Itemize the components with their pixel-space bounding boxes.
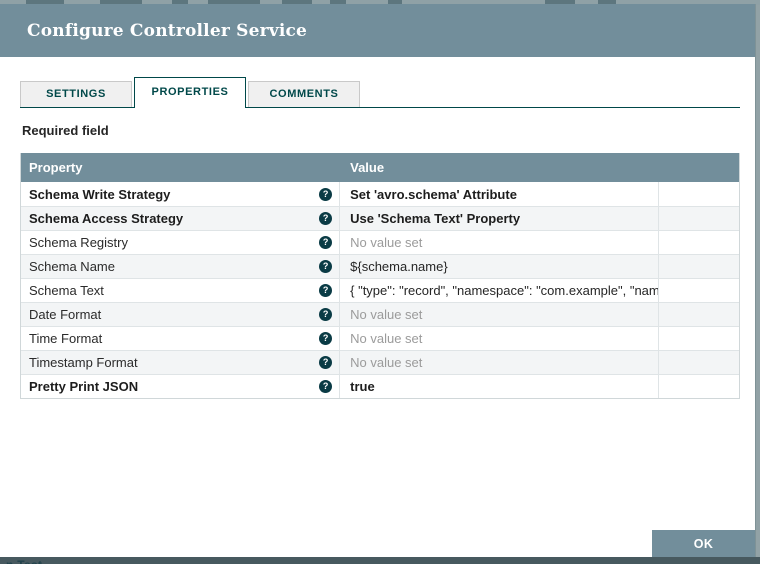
property-name: Time Format bbox=[29, 331, 103, 346]
question-circle-icon[interactable]: ? bbox=[319, 308, 333, 321]
row-extra-cell bbox=[659, 231, 739, 254]
property-cell: Schema Text ? bbox=[21, 279, 341, 302]
table-row[interactable]: Schema Write Strategy ? Set 'avro.schema… bbox=[21, 182, 739, 206]
tab-label: COMMENTS bbox=[269, 88, 339, 100]
row-extra-cell bbox=[659, 279, 739, 302]
property-name: Timestamp Format bbox=[29, 355, 138, 370]
configure-controller-service-dialog: Configure Controller Service SETTINGS PR… bbox=[0, 4, 756, 557]
property-name: Schema Access Strategy bbox=[29, 211, 184, 226]
properties-table: Property Value Schema Write Strategy ? S… bbox=[20, 153, 740, 399]
property-name: Schema Registry bbox=[29, 235, 128, 250]
table-row[interactable]: Time Format ? No value set bbox=[21, 326, 739, 350]
row-extra-cell bbox=[659, 327, 739, 350]
table-row[interactable]: Date Format ? No value set bbox=[21, 302, 739, 326]
ok-button[interactable]: OK bbox=[652, 530, 755, 557]
tab-bar: SETTINGS PROPERTIES COMMENTS bbox=[20, 77, 740, 108]
tab-label: PROPERTIES bbox=[151, 86, 229, 98]
question-circle-icon[interactable]: ? bbox=[319, 187, 333, 201]
row-extra-cell bbox=[659, 375, 739, 398]
property-value[interactable]: { "type": "record", "namespace": "com.ex… bbox=[340, 279, 660, 302]
question-circle-icon[interactable]: ? bbox=[319, 284, 333, 297]
property-value[interactable]: No value set bbox=[340, 351, 660, 374]
property-value[interactable]: true bbox=[340, 375, 660, 398]
property-cell: Timestamp Format ? bbox=[21, 351, 341, 374]
row-extra-cell bbox=[659, 207, 739, 230]
question-circle-icon[interactable]: ? bbox=[319, 356, 333, 369]
property-value[interactable]: No value set bbox=[340, 303, 660, 326]
row-extra-cell bbox=[659, 351, 739, 374]
background-clipped-text: n Test bbox=[6, 558, 42, 564]
question-circle-icon[interactable]: ? bbox=[319, 380, 333, 393]
property-cell: Schema Write Strategy ? bbox=[21, 182, 341, 206]
question-circle-icon[interactable]: ? bbox=[319, 236, 333, 249]
tab[interactable]: PROPERTIES bbox=[134, 77, 246, 108]
table-row[interactable]: Schema Name ? ${schema.name} bbox=[21, 254, 739, 278]
property-value[interactable]: ${schema.name} bbox=[340, 255, 660, 278]
dialog-header: Configure Controller Service bbox=[0, 4, 755, 57]
property-cell: Time Format ? bbox=[21, 327, 341, 350]
row-extra-cell bbox=[659, 182, 739, 206]
property-cell: Schema Registry ? bbox=[21, 231, 341, 254]
property-name: Schema Write Strategy bbox=[29, 186, 171, 202]
tab-label: SETTINGS bbox=[46, 88, 106, 100]
background-footer-strip: n Test bbox=[0, 557, 760, 564]
property-cell: Schema Access Strategy ? bbox=[21, 207, 341, 230]
property-value[interactable]: No value set bbox=[340, 231, 660, 254]
property-cell: Pretty Print JSON ? bbox=[21, 375, 341, 398]
question-circle-icon[interactable]: ? bbox=[319, 260, 333, 273]
property-value[interactable]: Use 'Schema Text' Property bbox=[340, 207, 660, 230]
column-header-property: Property bbox=[29, 160, 83, 175]
tab[interactable]: COMMENTS bbox=[248, 81, 360, 107]
table-row[interactable]: Timestamp Format ? No value set bbox=[21, 350, 739, 374]
property-cell: Schema Name ? bbox=[21, 255, 341, 278]
table-row[interactable]: Schema Text ? { "type": "record", "names… bbox=[21, 278, 739, 302]
property-name: Schema Text bbox=[29, 283, 104, 298]
column-header-value: Value bbox=[350, 160, 385, 175]
table-header-row: Property Value bbox=[21, 153, 739, 182]
dialog-title: Configure Controller Service bbox=[27, 20, 308, 41]
property-name: Schema Name bbox=[29, 259, 115, 274]
table-row[interactable]: Schema Registry ? No value set bbox=[21, 230, 739, 254]
property-name: Pretty Print JSON bbox=[29, 379, 139, 394]
table-body: Schema Write Strategy ? Set 'avro.schema… bbox=[21, 182, 739, 398]
required-field-label: Required field bbox=[22, 123, 109, 138]
row-extra-cell bbox=[659, 255, 739, 278]
row-extra-cell bbox=[659, 303, 739, 326]
property-name: Date Format bbox=[29, 307, 102, 322]
question-circle-icon[interactable]: ? bbox=[319, 212, 333, 225]
property-value[interactable]: No value set bbox=[340, 327, 660, 350]
tab[interactable]: SETTINGS bbox=[20, 81, 132, 107]
table-row[interactable]: Schema Access Strategy ? Use 'Schema Tex… bbox=[21, 206, 739, 230]
property-cell: Date Format ? bbox=[21, 303, 341, 326]
question-circle-icon[interactable]: ? bbox=[319, 332, 333, 345]
table-row[interactable]: Pretty Print JSON ? true bbox=[21, 374, 739, 398]
property-value[interactable]: Set 'avro.schema' Attribute bbox=[340, 182, 660, 206]
